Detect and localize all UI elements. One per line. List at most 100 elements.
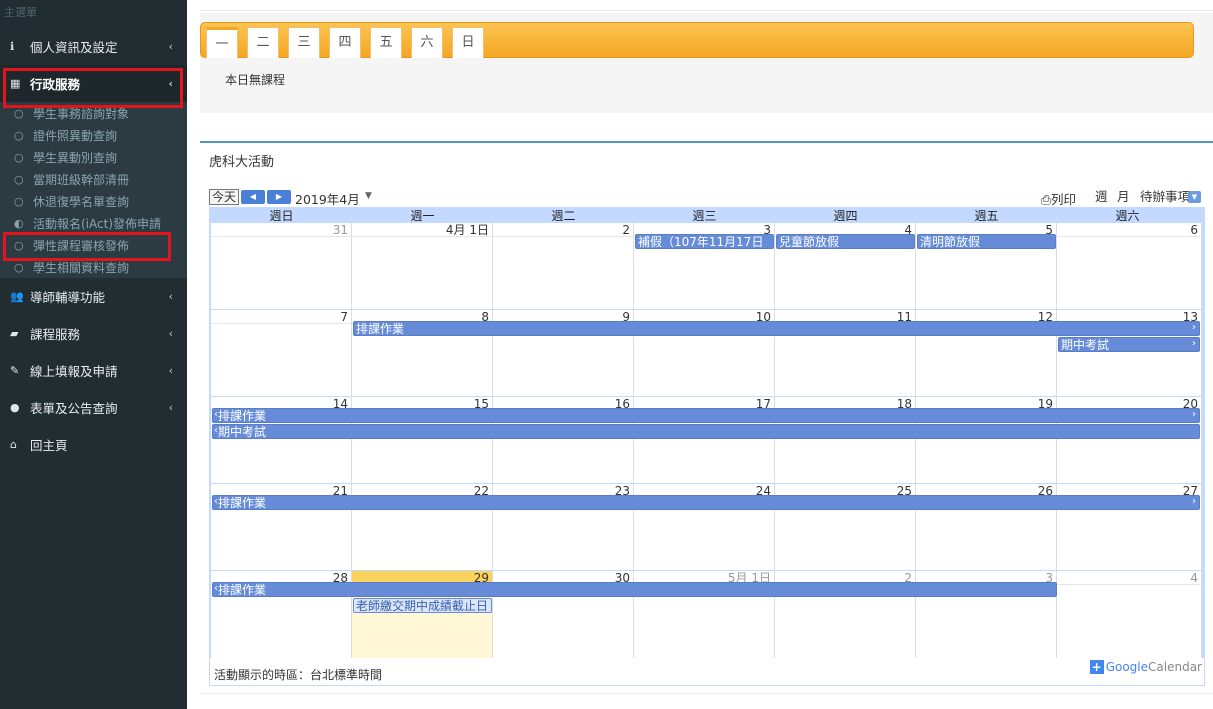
divider bbox=[200, 10, 1213, 11]
chevron-left-icon: ‹ bbox=[168, 327, 173, 340]
sidebar-item-course[interactable]: ▰ 課程服務 ‹ bbox=[0, 315, 187, 352]
calendar-event[interactable]: 期中考試 bbox=[1058, 337, 1200, 352]
sidebar-subitem-label: 當期班級幹部清冊 bbox=[33, 172, 130, 187]
sidebar-submenu: ○ 學生事務諮詢對象 ○ 證件照異動查詢 ○ 學生異動別查詢 ○ 當期班級幹部清冊 ○ 休… bbox=[0, 102, 187, 278]
sidebar-subitem-label: 證件照異動查詢 bbox=[33, 128, 118, 143]
calendar-week: 31 4月 1日 2 3 4 5 6 補假（107年11月17日 兒童節放假 清… bbox=[211, 223, 1202, 309]
tab-wednesday[interactable]: 三 bbox=[288, 27, 320, 58]
circle-icon: ◐ bbox=[14, 216, 24, 230]
circle-icon: ○ bbox=[14, 260, 24, 274]
divider bbox=[200, 693, 1213, 694]
weekday-header: 週四 bbox=[833, 209, 858, 223]
calendar-toolbar: 今天 ◀ ▶ 2019年4月 ▼ ⎙列印 週 月 待辦事項 ▼ bbox=[209, 187, 1205, 207]
plus-icon: + bbox=[1089, 660, 1104, 674]
calendar-footer: 活動顯示的時區：台北標準時間 + GoogleCalendar bbox=[209, 658, 1205, 686]
sidebar-subitem[interactable]: ○ 彈性課程審核發佈 bbox=[0, 234, 187, 256]
calendar-week: 14 15 16 17 18 19 20 排課作業 期中考試 bbox=[211, 397, 1202, 483]
day-number[interactable]: 4月 1日 bbox=[352, 223, 493, 237]
calendar-week: 7 8 9 10 11 12 13 排課作業 期中考試 bbox=[211, 310, 1202, 396]
today-button[interactable]: 今天 bbox=[209, 189, 240, 205]
chevron-left-icon: ‹ bbox=[168, 364, 173, 377]
calendar-event[interactable]: 期中考試 bbox=[212, 424, 1200, 439]
sidebar-item-online-forms[interactable]: ✎ 線上填報及申請 ‹ bbox=[0, 352, 187, 389]
print-link[interactable]: ⎙列印 bbox=[1041, 189, 1076, 208]
sidebar-subitem[interactable]: ○ 學生相關資料查詢 bbox=[0, 256, 187, 278]
sidebar-subitem[interactable]: ○ 學生事務諮詢對象 bbox=[0, 102, 187, 124]
day-number[interactable]: 2 bbox=[493, 223, 634, 237]
calendar-event[interactable]: 排課作業 bbox=[212, 408, 1200, 423]
view-dropdown-button[interactable]: ▼ bbox=[1188, 191, 1201, 203]
view-agenda-tab[interactable]: 待辦事項 bbox=[1138, 188, 1192, 206]
sidebar-subitem-label: 學生異動別查詢 bbox=[33, 150, 118, 165]
sidebar-item-personal[interactable]: ℹ 個人資訊及設定 ‹ bbox=[0, 28, 187, 65]
weekday-header: 週一 bbox=[410, 209, 435, 223]
view-week-tab[interactable]: 週 bbox=[1093, 188, 1110, 206]
sidebar-item-label: 課程服務 bbox=[30, 327, 81, 342]
weekday-header: 週五 bbox=[974, 209, 999, 223]
tab-tuesday[interactable]: 二 bbox=[247, 27, 279, 58]
day-number[interactable]: 7 bbox=[211, 310, 352, 324]
timezone-text: 活動顯示的時區：台北標準時間 bbox=[214, 668, 383, 682]
weekday-header: 週三 bbox=[692, 209, 717, 223]
prev-month-button[interactable]: ◀ bbox=[241, 190, 265, 204]
sidebar-item-home[interactable]: ⌂ 回主頁 bbox=[0, 426, 187, 463]
weekday-header: 週六 bbox=[1115, 209, 1140, 223]
calendar-event[interactable]: 兒童節放假 bbox=[776, 234, 915, 249]
print-label: 列印 bbox=[1051, 192, 1077, 207]
section-divider bbox=[200, 141, 1213, 143]
chevron-down-icon[interactable]: ▼ bbox=[365, 191, 372, 201]
circle-icon: ○ bbox=[14, 194, 24, 208]
sidebar-subitem-label: 學生相關資料查詢 bbox=[33, 260, 130, 275]
weekday-header: 週二 bbox=[551, 209, 576, 223]
tab-sunday[interactable]: 日 bbox=[452, 27, 484, 58]
sidebar-item-label: 導師輔導功能 bbox=[30, 290, 106, 305]
next-month-button[interactable]: ▶ bbox=[267, 190, 291, 204]
chevron-left-icon: ‹ bbox=[168, 40, 173, 53]
edit-icon: ✎ bbox=[10, 364, 20, 377]
sidebar-subitem-label: 活動報名(iAct)發佈申請 bbox=[33, 216, 161, 231]
sidebar-item-label: 行政服務 bbox=[30, 77, 81, 92]
sidebar-subitem[interactable]: ○ 學生異動別查詢 bbox=[0, 146, 187, 168]
tab-thursday[interactable]: 四 bbox=[329, 27, 361, 58]
weekday-header: 週日 bbox=[269, 209, 294, 223]
google-label: Google bbox=[1105, 660, 1149, 674]
month-label: 2019年4月 bbox=[295, 192, 360, 207]
sidebar-item-label: 個人資訊及設定 bbox=[30, 40, 118, 55]
sidebar-item-mentor[interactable]: 👥 導師輔導功能 ‹ bbox=[0, 278, 187, 315]
sidebar-subitem[interactable]: ○ 當期班級幹部清冊 bbox=[0, 168, 187, 190]
circle-icon: ○ bbox=[14, 238, 24, 252]
day-number[interactable]: 4 bbox=[1057, 571, 1202, 585]
calendar-event[interactable]: 排課作業 bbox=[353, 321, 1200, 336]
calendar-event[interactable]: 排課作業 bbox=[212, 495, 1200, 510]
home-icon: ⌂ bbox=[10, 438, 17, 451]
sidebar-item-admin[interactable]: ▦ 行政服務 ‹ bbox=[0, 65, 187, 102]
circle-icon: ○ bbox=[14, 150, 24, 164]
google-calendar: 今天 ◀ ▶ 2019年4月 ▼ ⎙列印 週 月 待辦事項 ▼ 週日 週一 週二… bbox=[209, 187, 1205, 686]
day-number[interactable]: 31 bbox=[211, 223, 352, 237]
calendar-grid: 週日 週一 週二 週三 週四 週五 週六 31 4月 1日 2 3 4 5 6 … bbox=[209, 207, 1205, 658]
chevron-left-icon: ‹ bbox=[168, 77, 173, 90]
globe-icon: ● bbox=[10, 401, 20, 414]
chevron-left-icon: ‹ bbox=[168, 290, 173, 303]
weekday-tabs: 一 二 三 四 五 六 日 bbox=[200, 22, 1194, 58]
sidebar-item-label: 表單及公告查詢 bbox=[30, 401, 118, 416]
tab-monday[interactable]: 一 bbox=[206, 27, 238, 58]
sidebar-subitem[interactable]: ○ 休退復學名單查詢 bbox=[0, 190, 187, 212]
view-month-tab[interactable]: 月 bbox=[1115, 188, 1132, 206]
tab-friday[interactable]: 五 bbox=[370, 27, 402, 58]
google-calendar-button[interactable]: + GoogleCalendar bbox=[1089, 660, 1202, 674]
calendar-event[interactable]: 老師繳交期中成績截止日 bbox=[353, 598, 492, 613]
circle-icon: ○ bbox=[14, 128, 24, 142]
calendar-event[interactable]: 排課作業 bbox=[212, 582, 1057, 597]
tab-saturday[interactable]: 六 bbox=[411, 27, 443, 58]
day-number[interactable]: 6 bbox=[1057, 223, 1202, 237]
no-class-text: 本日無課程 bbox=[225, 73, 286, 87]
sidebar-subitem-iact[interactable]: ◐ 活動報名(iAct)發佈申請 bbox=[0, 212, 187, 234]
sidebar-subitem[interactable]: ○ 證件照異動查詢 bbox=[0, 124, 187, 146]
circle-icon: ○ bbox=[14, 172, 24, 186]
calendar-event[interactable]: 補假（107年11月17日 bbox=[635, 234, 774, 249]
sidebar-item-forms-announcements[interactable]: ● 表單及公告查詢 ‹ bbox=[0, 389, 187, 426]
sidebar-item-label: 回主頁 bbox=[30, 438, 68, 453]
calendar-week: 21 22 23 24 25 26 27 排課作業 bbox=[211, 484, 1202, 570]
calendar-event[interactable]: 清明節放假 bbox=[917, 234, 1056, 249]
